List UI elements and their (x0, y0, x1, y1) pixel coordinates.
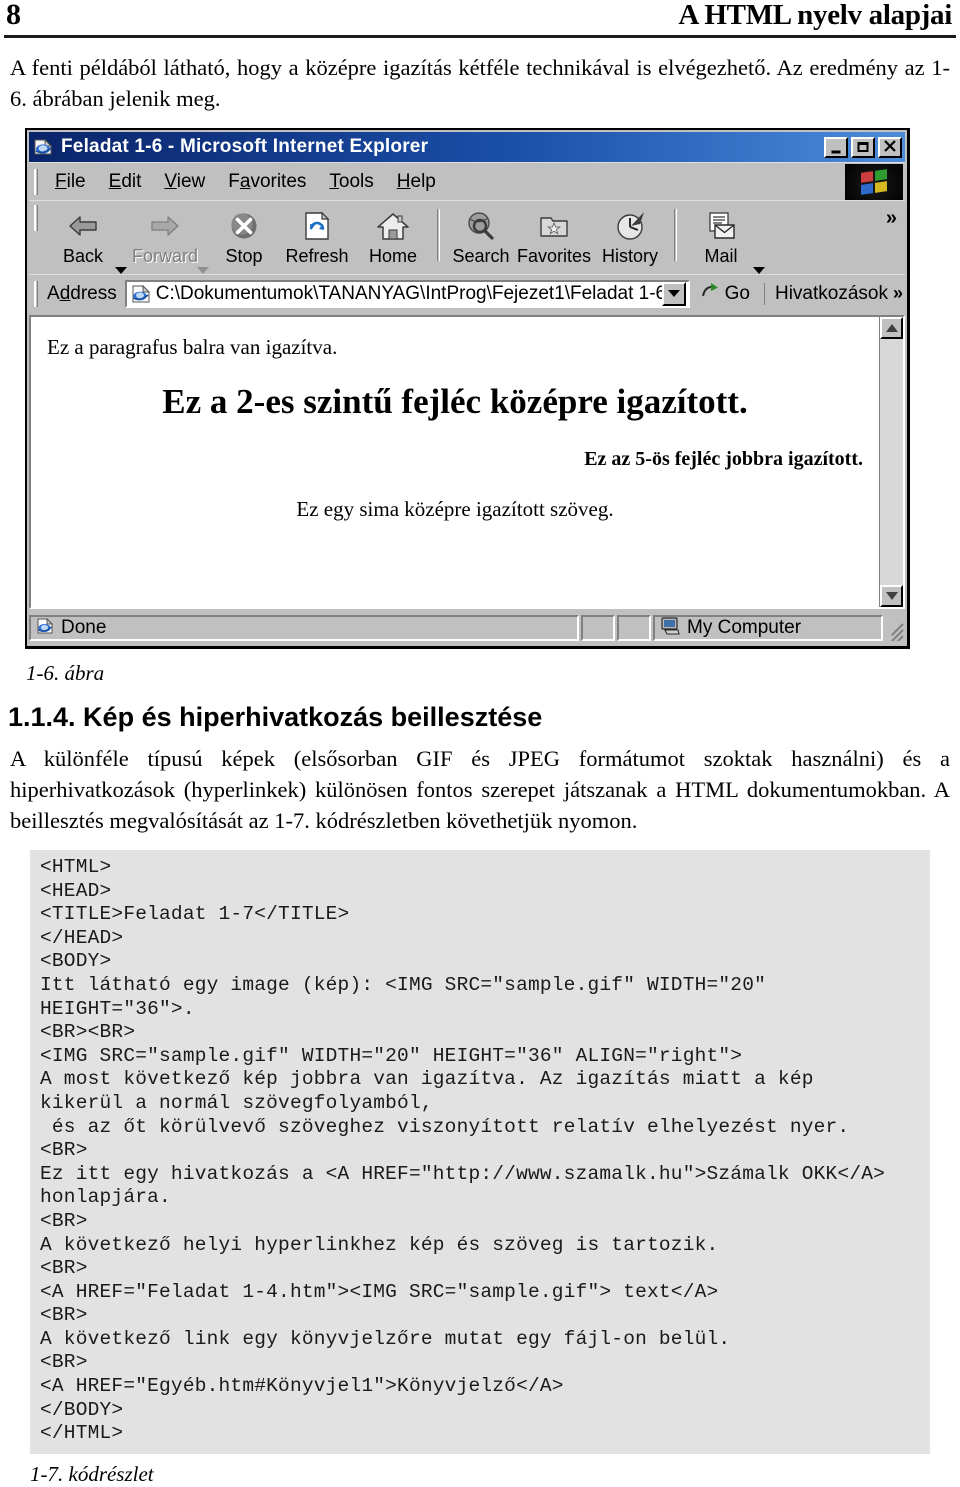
toolbar-favorites-button[interactable]: Favorites (516, 205, 592, 267)
home-icon (376, 207, 410, 245)
go-button[interactable]: Go (690, 281, 760, 307)
page-centered-text: Ez egy sima középre igazított szöveg. (296, 497, 614, 521)
status-ie-icon (35, 616, 55, 641)
browser-window: Feladat 1-6 - Microsoft Internet Explore… (25, 128, 910, 649)
refresh-icon (302, 207, 332, 245)
toolbar-forward-label: Forward (131, 246, 198, 266)
status-zone-pane: My Computer (653, 615, 883, 641)
go-label: Go (724, 282, 750, 304)
toolbar-history-label: History (601, 246, 658, 266)
content-scrollbar[interactable] (879, 317, 903, 607)
toolbar-overflow-icon[interactable]: » (886, 207, 897, 230)
page-right-heading: Ez az 5-ös fejléc jobbra igazított. (584, 448, 863, 470)
toolbar-mail-button[interactable]: Mail (683, 205, 759, 267)
window-controls (824, 136, 902, 158)
toolbar-favorites-label: Favorites (516, 246, 592, 266)
header-divider (4, 35, 956, 38)
menu-favorites[interactable]: Favorites (218, 169, 319, 195)
go-arrow-icon (700, 281, 722, 307)
windows-logo-icon (845, 164, 903, 200)
code-caption: 1-7. kódrészlet (30, 1461, 154, 1486)
history-clock-icon (614, 207, 646, 245)
toolbar-grip[interactable] (34, 205, 38, 231)
page-centered-heading: Ez a 2-es szintű fejléc középre igazítot… (162, 382, 748, 421)
addressbar-grip[interactable] (34, 280, 38, 307)
browser-content-area: Ez a paragrafus balra van igazítva. Ez a… (29, 315, 905, 609)
address-dropdown-button[interactable] (661, 281, 686, 306)
browser-titlebar[interactable]: Feladat 1-6 - Microsoft Internet Explore… (29, 132, 905, 162)
intro-paragraph: A fenti példából látható, hogy a középre… (10, 55, 950, 111)
maximize-button[interactable] (851, 136, 875, 158)
rendered-html-page: Ez a paragrafus balra van igazítva. Ez a… (31, 317, 879, 607)
menu-file[interactable]: File (45, 169, 99, 195)
page-document-icon (130, 283, 152, 305)
toolbar-separator-1 (437, 209, 440, 261)
status-pane-3 (617, 615, 651, 641)
back-dropdown-icon[interactable] (115, 267, 127, 274)
favorites-folder-icon (538, 207, 570, 245)
links-label: Hivatkozások (774, 282, 888, 304)
status-pane-2 (581, 615, 615, 641)
browser-addressbar: Address C:\Dokumentumok\TANANYAG\IntProg… (29, 274, 905, 312)
scroll-up-button[interactable] (880, 317, 903, 339)
forward-dropdown-icon[interactable] (197, 267, 209, 274)
minimize-button[interactable] (824, 136, 848, 158)
section-paragraph: A különféle típusú képek (elsősorban GIF… (10, 746, 950, 833)
toolbar-stop-label: Stop (225, 246, 263, 266)
toolbar-stop-button[interactable]: Stop (209, 205, 279, 267)
menu-help[interactable]: Help (387, 169, 449, 195)
page-header: 8 A HTML nyelv alapjai (0, 0, 960, 34)
search-icon (465, 207, 497, 245)
menu-edit[interactable]: Edit (99, 169, 155, 195)
toolbar-refresh-label: Refresh (285, 246, 349, 266)
browser-toolbar: Back Forward Stop Refresh Home Search Fa… (29, 200, 905, 274)
status-zone-text: My Computer (687, 617, 802, 638)
stop-icon (228, 207, 260, 245)
toolbar-back-label: Back (62, 246, 104, 266)
toolbar-search-button[interactable]: Search (446, 205, 516, 267)
resize-grip-icon[interactable] (885, 615, 905, 641)
address-input[interactable]: C:\Dokumentumok\TANANYAG\IntProg\Fejezet… (124, 279, 690, 308)
code-listing: <HTML> <HEAD> <TITLE>Feladat 1-7</TITLE>… (30, 850, 930, 1454)
toolbar-home-label: Home (368, 246, 417, 266)
toolbar-separator-2 (674, 209, 677, 261)
mail-dropdown-icon[interactable] (753, 267, 765, 274)
status-text: Done (61, 617, 107, 638)
address-value: C:\Dokumentumok\TANANYAG\IntProg\Fejezet… (155, 282, 662, 304)
page-number: 8 (6, 0, 21, 31)
forward-arrow-icon (148, 207, 182, 245)
menu-tools[interactable]: Tools (319, 169, 386, 195)
menu-view[interactable]: View (154, 169, 218, 195)
page-left-paragraph: Ez a paragrafus balra van igazítva. (47, 335, 338, 359)
browser-statusbar: Done My Computer (29, 612, 905, 644)
close-button[interactable] (878, 136, 902, 158)
mail-icon (705, 207, 737, 245)
toolbar-search-label: Search (452, 246, 510, 266)
running-head-title: A HTML nyelv alapjai (678, 0, 952, 31)
address-label: Address (47, 282, 117, 304)
menubar-grip[interactable] (34, 168, 38, 195)
links-overflow-icon[interactable]: » (893, 283, 903, 304)
scroll-down-button[interactable] (880, 585, 903, 607)
browser-menubar: File Edit View Favorites Tools Help (29, 162, 905, 200)
internet-explorer-icon (33, 136, 55, 158)
figure-1-6: Feladat 1-6 - Microsoft Internet Explore… (0, 128, 960, 649)
toolbar-history-button[interactable]: History (592, 205, 668, 267)
toolbar-home-button[interactable]: Home (355, 205, 431, 267)
browser-title-text: Feladat 1-6 - Microsoft Internet Explore… (61, 136, 429, 157)
links-button[interactable]: Hivatkozások » (763, 282, 903, 305)
toolbar-forward-button[interactable]: Forward (127, 205, 203, 267)
back-arrow-icon (66, 207, 100, 245)
figure-caption: 1-6. ábra (26, 661, 105, 685)
toolbar-refresh-button[interactable]: Refresh (279, 205, 355, 267)
my-computer-icon (659, 616, 681, 641)
toolbar-mail-label: Mail (704, 246, 738, 266)
status-message-pane: Done (29, 615, 579, 641)
toolbar-back-button[interactable]: Back (45, 205, 121, 267)
section-heading: 1.1.4. Kép és hiperhivatkozás beilleszté… (8, 702, 543, 732)
